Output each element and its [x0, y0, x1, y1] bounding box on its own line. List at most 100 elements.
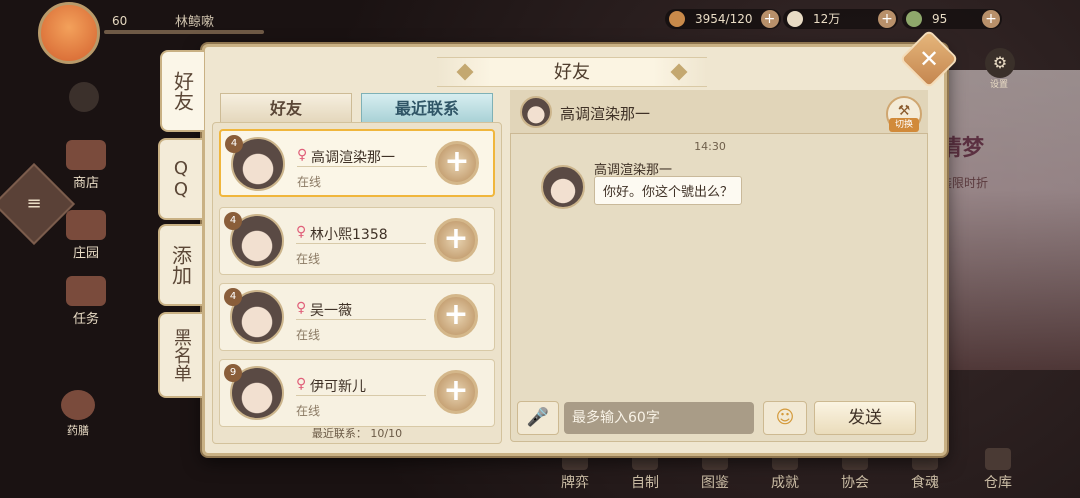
female-icon: ♀ [296, 300, 307, 316]
friend-name: 吴一薇 [310, 303, 352, 319]
add-friend-button[interactable]: + [434, 370, 478, 414]
sidebar-label: 庄园 [72, 246, 99, 261]
settings-label: 设置 [990, 80, 1009, 90]
friend-level-badge: 4 [225, 135, 243, 153]
friend-row[interactable]: 4 ♀ 林小熙1358 在线 + [219, 207, 495, 275]
message-input[interactable] [564, 402, 754, 434]
friend-name: 高调渲染那一 [311, 150, 395, 166]
sidebar-label: 药膳 [67, 424, 89, 437]
add-friend-button[interactable]: + [434, 218, 478, 262]
sidebar-item-manor[interactable]: 庄园 [58, 210, 114, 261]
friend-status: 在线 [296, 252, 321, 266]
chat-header: 高调渲染那一 [510, 90, 928, 134]
female-icon: ♀ [296, 224, 307, 240]
gem-value: 95 [932, 12, 948, 26]
friend-row[interactable]: 4 ♀ 吴一薇 在线 + [219, 283, 495, 351]
coin-value: 12万 [813, 12, 841, 26]
bottom-label: 协会 [841, 475, 869, 491]
sidebar-label: 任务 [72, 312, 99, 327]
gear-icon: ⚙ [992, 53, 1008, 72]
ornament-icon [456, 63, 474, 81]
tab-qq[interactable]: QQ [158, 138, 202, 220]
tab-blacklist[interactable]: 黑名单 [158, 312, 202, 398]
chat-partner-name: 高调渲染那一 [560, 105, 651, 123]
add-stamina-button[interactable]: + [760, 10, 779, 28]
gem-icon [906, 11, 922, 27]
microphone-icon: 🎤 [526, 407, 550, 428]
event-banner-subtitle: 装限时折 [940, 176, 989, 190]
female-icon: ♀ [297, 147, 308, 163]
add-friend-button[interactable]: + [434, 294, 478, 338]
friend-row[interactable]: 9 ♀ 伊可新儿 在线 + [219, 359, 495, 427]
switch-label: 切换 [889, 118, 919, 132]
close-icon: ✕ [918, 45, 940, 73]
hamburger-icon: ≡ [26, 193, 42, 214]
friend-level-badge: 9 [224, 364, 242, 382]
sidebar-label: 商店 [72, 176, 99, 191]
add-coin-button[interactable]: + [878, 10, 896, 28]
feather-icon [787, 11, 803, 27]
divider [296, 395, 426, 396]
bottom-item-storage[interactable]: 仓库 [968, 448, 1028, 492]
tab-friends[interactable]: 好友 [160, 50, 204, 132]
subtab-recent[interactable]: 最近联系 [361, 93, 493, 123]
tab-label: 黑名单 [171, 328, 192, 382]
divider [296, 243, 426, 244]
tab-label: 好友 [170, 71, 195, 111]
voice-button[interactable]: 🎤 [517, 401, 559, 435]
switch-icon: ⚒ [897, 103, 911, 119]
gem-counter: 95 + [902, 9, 1002, 29]
stamina-value: 3954/120 [695, 12, 753, 26]
friend-status: 在线 [296, 328, 321, 342]
message-bubble: 你好。你这个號出么？ [594, 176, 743, 205]
player-name: 林鲸嗽 [175, 15, 215, 30]
bottom-label: 自制 [631, 475, 659, 491]
emoji-icon: ☺ [775, 407, 795, 428]
eye-icon [69, 82, 99, 112]
dialog-title: 好友 [437, 57, 707, 87]
ornament-icon [670, 63, 688, 81]
top-hud: 60 林鲸嗽 3954/120 + 12万 + 95 + [0, 0, 1080, 64]
cuisine-icon [61, 390, 95, 420]
eye-toggle[interactable] [56, 82, 112, 114]
friend-name: 林小熙1358 [310, 227, 388, 243]
add-friend-button[interactable]: + [435, 141, 479, 185]
player-level: 60 [112, 14, 128, 28]
event-banner[interactable]: 清梦 装限时折 [930, 70, 1080, 370]
sidebar-item-shop[interactable]: 商店 [58, 140, 114, 191]
shop-icon [66, 140, 106, 170]
exp-bar [104, 30, 264, 34]
player-avatar[interactable] [38, 2, 100, 64]
friend-row[interactable]: 4 ♀ 高调渲染那一 在线 + [219, 129, 495, 197]
emoji-button[interactable]: ☺ [763, 401, 807, 435]
female-icon: ♀ [296, 376, 307, 392]
bottom-label: 图鉴 [701, 475, 729, 491]
message-time: 14:30 [694, 140, 726, 153]
settings-button[interactable]: ⚙ [985, 48, 1015, 78]
bottom-label: 食魂 [911, 475, 939, 491]
divider [296, 319, 426, 320]
dialog-title-text: 好友 [554, 62, 590, 83]
avatar [520, 96, 552, 128]
add-gem-button[interactable]: + [982, 10, 1000, 28]
recent-count: 最近联系： 10/10 [311, 427, 403, 440]
friend-level-badge: 4 [224, 288, 242, 306]
friend-status: 在线 [296, 404, 321, 418]
friend-name: 伊可新儿 [310, 379, 366, 395]
sidebar-item-cuisine[interactable]: 药膳 [50, 390, 106, 438]
avatar [541, 165, 585, 209]
stamina-counter: 3954/120 + [665, 9, 781, 29]
divider [297, 166, 427, 167]
send-button[interactable]: 发送 [814, 401, 916, 435]
friend-status: 在线 [297, 175, 322, 189]
stamina-icon [669, 11, 685, 27]
tab-add[interactable]: 添加 [158, 224, 202, 306]
friend-level-badge: 4 [224, 212, 242, 230]
coin-counter: 12万 + [783, 9, 898, 29]
bottom-label: 成就 [771, 475, 799, 491]
tab-label: 添加 [168, 245, 193, 285]
bottom-label: 仓库 [984, 475, 1012, 491]
sidebar-item-tasks[interactable]: 任务 [58, 276, 114, 327]
subtab-friends[interactable]: 好友 [220, 93, 352, 123]
storage-icon [985, 448, 1011, 470]
